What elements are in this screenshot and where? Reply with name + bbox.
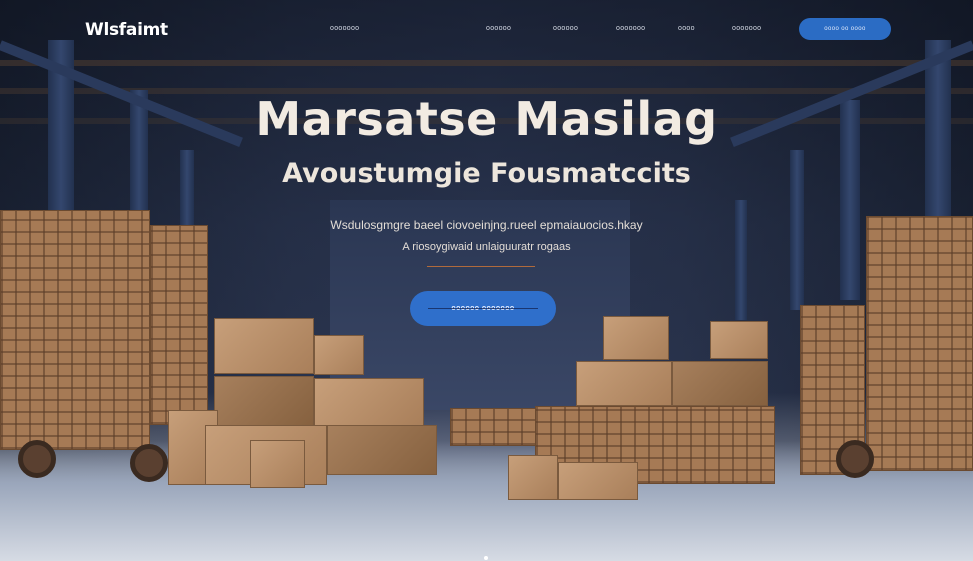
cardboard-box [250, 440, 305, 488]
cardboard-box [603, 316, 669, 360]
cardboard-box [576, 361, 672, 406]
hero-subtitle: Avoustumgie Fousmatccits [282, 158, 691, 189]
cardboard-box [710, 321, 768, 359]
brand-logo[interactable]: Wlsfaimt [85, 20, 168, 40]
nav-cta-button[interactable]: oooo oo oooo [799, 18, 891, 40]
pallet-stack [450, 408, 540, 446]
hero-cta-underline [428, 308, 538, 309]
cardboard-box [558, 462, 638, 500]
nav-link-1[interactable]: ooooooo [330, 25, 359, 32]
hero-cta-button[interactable]: oooooo ooooooo [410, 291, 556, 326]
hero-title: Marsatse Masilag [255, 92, 718, 146]
cardboard-box [214, 318, 314, 374]
nav-link-2[interactable]: oooooo [486, 25, 511, 32]
scroll-indicator-icon[interactable] [484, 556, 488, 560]
cardboard-box [214, 376, 314, 426]
hero-description-line-1: Wsdulosgmgre baeel ciovoeinjng.rueel epm… [330, 218, 643, 232]
cardboard-box [508, 455, 558, 500]
hero-description-line-2: A riosoygiwaid unlaiguuratr rogaas [402, 241, 571, 253]
pallet-stack [866, 216, 973, 471]
warehouse-background [0, 0, 973, 561]
cardboard-box [327, 425, 437, 475]
cardboard-box [314, 378, 424, 426]
cart-wheel [130, 444, 168, 482]
nav-link-4[interactable]: ooooooo [616, 25, 645, 32]
nav-link-6[interactable]: ooooooo [732, 25, 761, 32]
nav-link-3[interactable]: oooooo [553, 25, 578, 32]
cart-wheel [836, 440, 874, 478]
nav-link-5[interactable]: oooo [678, 25, 695, 32]
cart-wheel [18, 440, 56, 478]
pallet-stack [150, 225, 208, 425]
top-navigation: Wlsfaimt ooooooo oooooo oooooo ooooooo o… [0, 0, 973, 58]
cardboard-box [672, 361, 768, 406]
ceiling-rack [0, 60, 973, 66]
cardboard-box [314, 335, 364, 375]
hero-divider [427, 266, 535, 267]
